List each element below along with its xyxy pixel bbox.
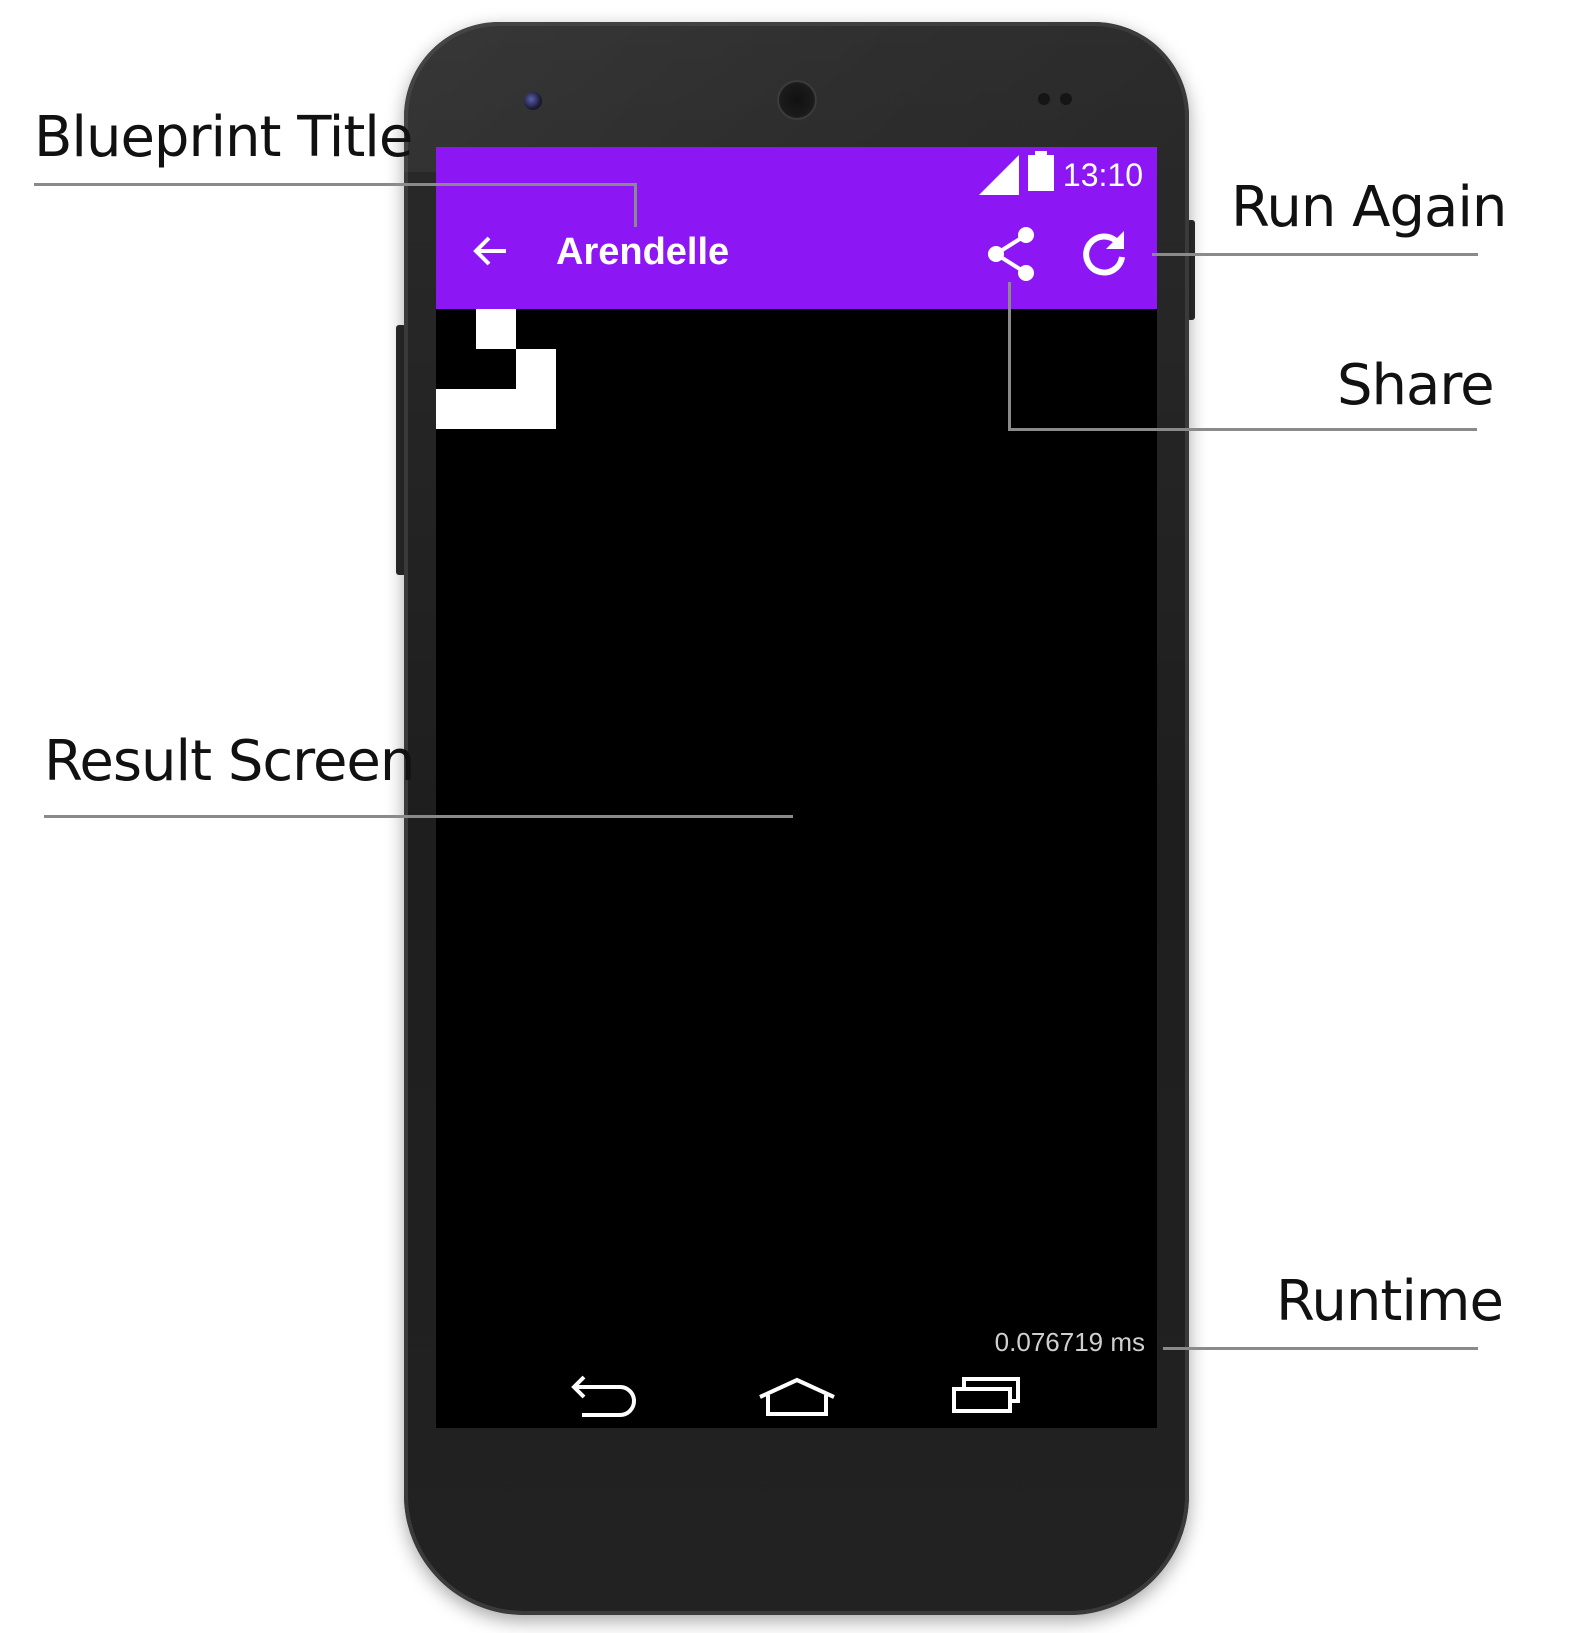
callout-line [34, 183, 637, 186]
callout-share: Share [1337, 353, 1495, 418]
navigation-bar [436, 1367, 1157, 1428]
proximity-sensor [1038, 93, 1050, 105]
callout-line [1008, 282, 1011, 431]
blueprint-title: Arendelle [556, 231, 730, 273]
runtime-label: 0.076719 ms [994, 1327, 1145, 1357]
front-camera [524, 92, 542, 110]
result-pixel [436, 389, 556, 429]
light-sensor [1060, 93, 1072, 105]
callout-line [634, 183, 637, 227]
refresh-icon[interactable] [1080, 229, 1128, 277]
callout-line [1152, 253, 1478, 256]
result-screen [436, 309, 1157, 1428]
callout-line [1008, 428, 1477, 431]
device-screen: 13:10 Arendelle 0.076719 ms [436, 147, 1157, 1428]
callout-blueprint-title: Blueprint Title [34, 105, 413, 170]
earpiece-speaker [777, 80, 817, 120]
callout-line [44, 815, 793, 818]
nav-back-icon[interactable] [570, 1375, 642, 1419]
signal-icon [979, 155, 1019, 195]
callout-runtime: Runtime [1276, 1269, 1504, 1334]
status-time: 13:10 [1062, 157, 1143, 193]
callout-run-again: Run Again [1231, 175, 1507, 240]
callout-result-screen: Result Screen [44, 729, 415, 794]
callout-line [1163, 1347, 1478, 1350]
share-icon[interactable] [984, 225, 1038, 283]
nav-home-icon[interactable] [758, 1377, 836, 1417]
nav-recents-icon[interactable] [952, 1375, 1022, 1415]
result-pixel [516, 349, 556, 389]
result-pixel [476, 309, 516, 349]
battery-icon [1028, 151, 1054, 191]
app-bar: 13:10 Arendelle [436, 147, 1157, 309]
back-arrow-icon[interactable] [472, 235, 508, 267]
